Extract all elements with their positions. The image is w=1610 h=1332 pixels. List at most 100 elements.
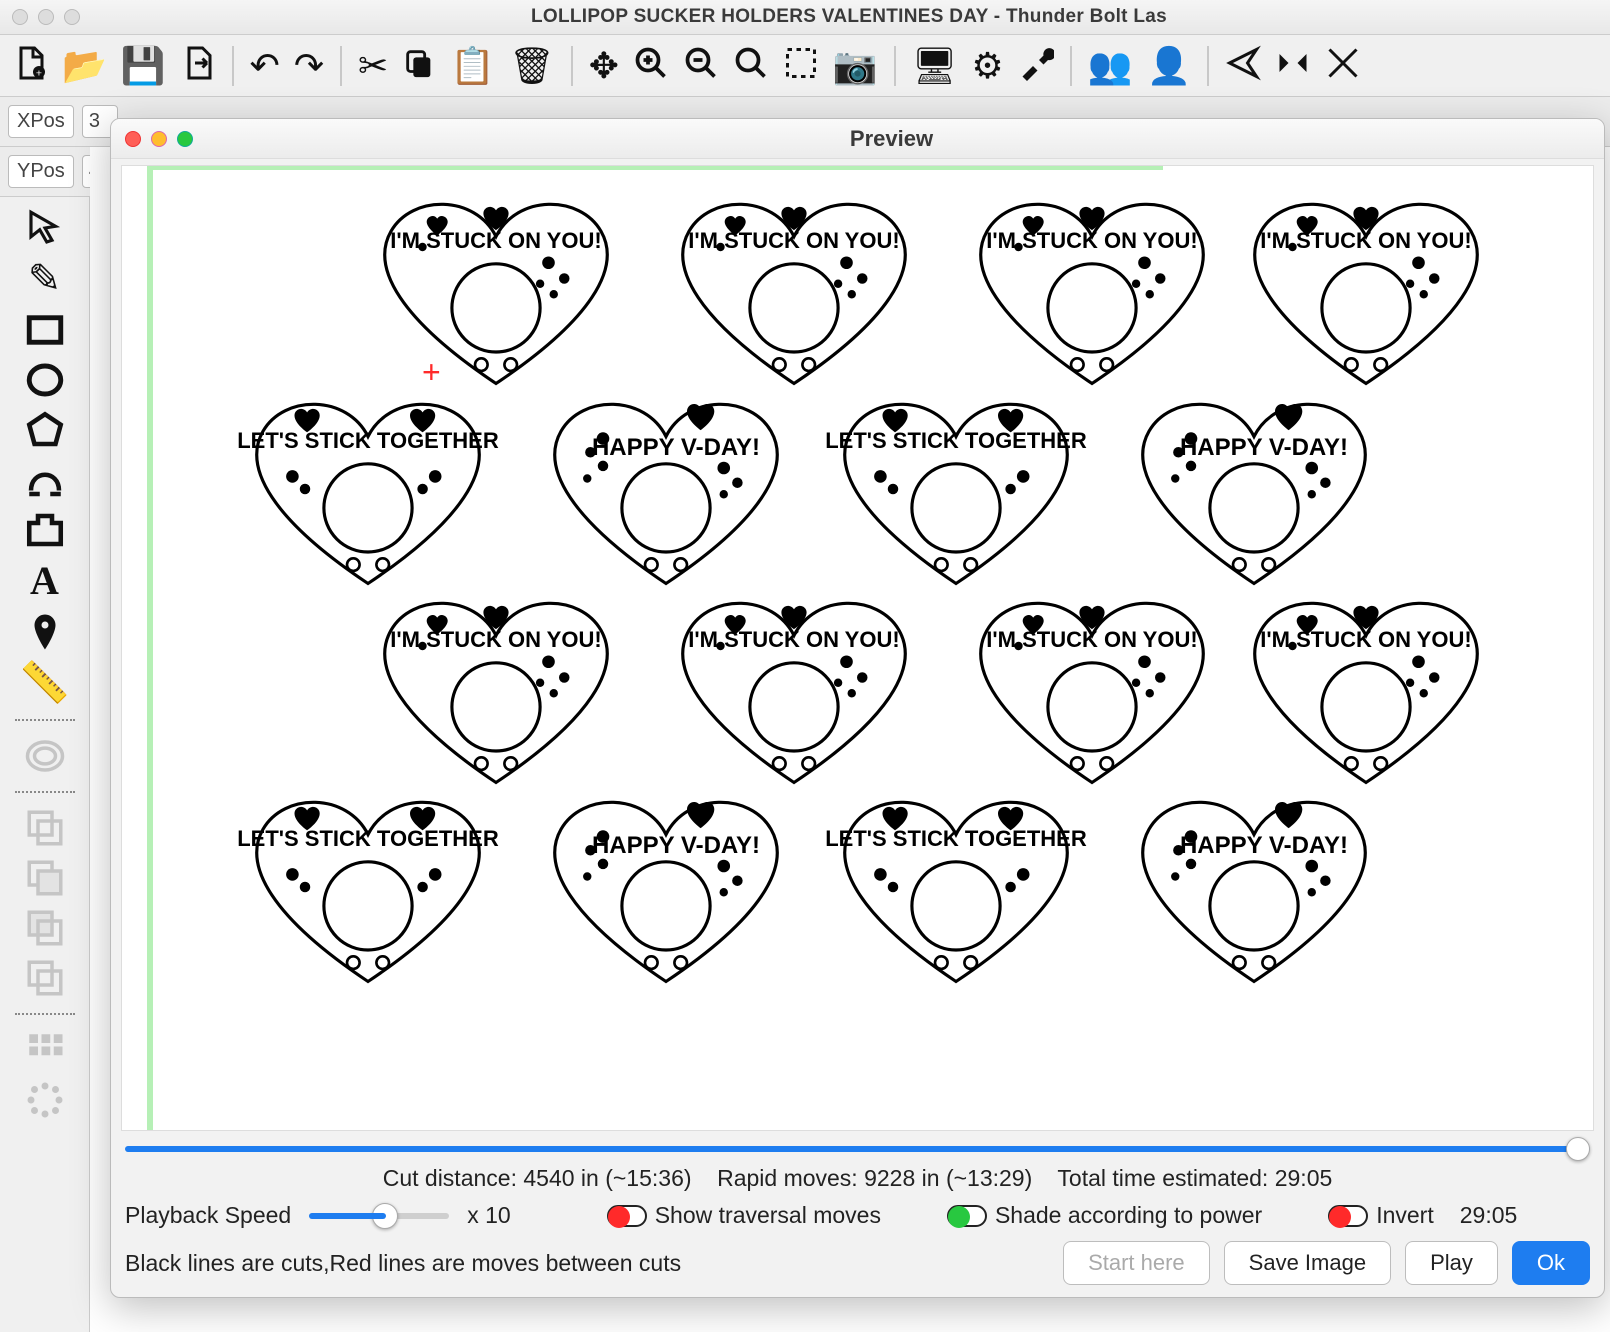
send-icon[interactable]: [1225, 45, 1261, 87]
polygon-tool-icon[interactable]: [24, 409, 66, 451]
heart-text: LET'S STICK TOGETHER: [812, 428, 1100, 454]
zoom-selection-icon[interactable]: [783, 45, 819, 87]
tools-icon[interactable]: [1018, 45, 1054, 87]
preview-title: Preview: [193, 126, 1590, 152]
select-tool-icon[interactable]: [24, 207, 66, 249]
tab-shape-tool-icon[interactable]: [24, 509, 66, 551]
monitor-icon[interactable]: 🖥: [912, 48, 958, 84]
pan-icon[interactable]: ✥: [589, 48, 619, 84]
text-tool-icon[interactable]: A: [30, 559, 59, 603]
heart-text: I'M STUCK ON YOU!: [650, 228, 938, 254]
heart-design: LET'S STICK TOGETHER: [224, 782, 512, 992]
toolbar-divider-2: [15, 791, 75, 793]
play-button[interactable]: Play: [1405, 1241, 1498, 1285]
measure-tool-icon[interactable]: 📏: [20, 661, 70, 705]
paste-icon[interactable]: 📋: [450, 48, 495, 84]
total-time-value: 29:05: [1275, 1165, 1333, 1191]
users-icon[interactable]: 👥: [1088, 48, 1133, 84]
zoom-fit-icon[interactable]: [733, 45, 769, 87]
heart-text: LET'S STICK TOGETHER: [224, 428, 512, 454]
heart-text: LET'S STICK TOGETHER: [224, 826, 512, 852]
ok-button[interactable]: Ok: [1512, 1241, 1590, 1285]
boolean-intersect-icon[interactable]: [24, 907, 66, 949]
playback-speed-slider[interactable]: [309, 1213, 449, 1219]
cut-icon[interactable]: ✂: [358, 48, 388, 84]
preview-minimize-button[interactable]: [151, 131, 167, 147]
xpos-label: XPos: [8, 105, 74, 138]
redo-icon[interactable]: ↷: [294, 48, 324, 84]
save-icon[interactable]: 💾: [121, 48, 166, 84]
svg-text:+: +: [36, 67, 42, 79]
export-icon[interactable]: [180, 45, 216, 87]
playback-speed-label: Playback Speed: [125, 1202, 291, 1229]
main-traffic-lights: [12, 9, 80, 25]
pencil-tool-icon[interactable]: ✎: [28, 257, 62, 301]
heart-text: I'M STUCK ON YOU!: [650, 627, 938, 653]
radial-array-icon[interactable]: [24, 1079, 66, 1121]
offset-tool-icon[interactable]: [24, 735, 66, 777]
toggle-shade[interactable]: Shade according to power: [947, 1202, 1262, 1229]
copy-icon[interactable]: [402, 46, 436, 86]
grid-array-icon[interactable]: [24, 1029, 66, 1071]
boolean-union-icon[interactable]: [24, 807, 66, 849]
main-close-dot[interactable]: [12, 9, 28, 25]
toggle-traversal-label: Show traversal moves: [655, 1202, 881, 1229]
main-zoom-dot[interactable]: [64, 9, 80, 25]
heart-design: I'M STUCK ON YOU!: [1222, 184, 1510, 394]
mirror-h-icon[interactable]: [1275, 45, 1311, 87]
toggle-traversal-switch[interactable]: [607, 1205, 647, 1227]
bezier-tool-icon[interactable]: [24, 459, 66, 501]
ellipse-tool-icon[interactable]: [24, 359, 66, 401]
user-icon[interactable]: 👤: [1147, 48, 1192, 84]
heart-design: LET'S STICK TOGETHER: [812, 782, 1100, 992]
toggle-invert-switch[interactable]: [1328, 1205, 1368, 1227]
toggle-invert[interactable]: Invert: [1328, 1202, 1434, 1229]
marker-tool-icon[interactable]: [24, 611, 66, 653]
preview-zoom-button[interactable]: [177, 131, 193, 147]
rapid-moves-value: 9228 in (~13:29): [864, 1165, 1032, 1191]
boolean-xor-icon[interactable]: [24, 957, 66, 999]
delete-icon[interactable]: 🗑: [509, 48, 555, 84]
undo-icon[interactable]: ↶: [250, 48, 280, 84]
preview-traffic-lights: [125, 131, 193, 147]
cuts-hint-text: Black lines are cuts,Red lines are moves…: [125, 1250, 681, 1277]
mirror-v-icon[interactable]: [1325, 45, 1361, 87]
heart-text: I'M STUCK ON YOU!: [352, 627, 640, 653]
settings-gear-icon[interactable]: ⚙: [971, 48, 1003, 84]
toggle-traversal[interactable]: Show traversal moves: [607, 1202, 881, 1229]
heart-design: I'M STUCK ON YOU!: [352, 583, 640, 793]
new-file-icon[interactable]: +: [12, 45, 48, 87]
start-here-button[interactable]: Start here: [1063, 1241, 1210, 1285]
heart-text: I'M STUCK ON YOU!: [1222, 228, 1510, 254]
preview-progress-slider[interactable]: [125, 1146, 1590, 1152]
stats-row: Cut distance: 4540 in (~15:36) Rapid mov…: [111, 1157, 1604, 1192]
cut-distance-value: 4540 in (~15:36): [523, 1165, 691, 1191]
preview-titlebar: Preview: [111, 119, 1604, 159]
heart-text: HAPPY V-DAY!: [542, 434, 810, 462]
preview-canvas[interactable]: I'M STUCK ON YOU! I'M STUCK ON YOU! I'M …: [121, 165, 1594, 1131]
rapid-moves-label: Rapid moves:: [717, 1165, 858, 1191]
hearts-layout: I'M STUCK ON YOU! I'M STUCK ON YOU! I'M …: [162, 178, 1583, 1120]
heart-text: I'M STUCK ON YOU!: [948, 228, 1236, 254]
main-titlebar: LOLLIPOP SUCKER HOLDERS VALENTINES DAY -…: [0, 0, 1610, 35]
boolean-subtract-icon[interactable]: [24, 857, 66, 899]
heart-design: LET'S STICK TOGETHER: [224, 384, 512, 594]
main-min-dot[interactable]: [38, 9, 54, 25]
open-folder-icon[interactable]: 📂: [62, 48, 107, 84]
rectangle-tool-icon[interactable]: [24, 309, 66, 351]
heart-design: LET'S STICK TOGETHER: [812, 384, 1100, 594]
zoom-out-icon[interactable]: [683, 45, 719, 87]
bed-edge-left: [148, 166, 152, 1130]
save-image-button[interactable]: Save Image: [1224, 1241, 1391, 1285]
total-time-label: Total time estimated:: [1057, 1165, 1268, 1191]
cut-distance-label: Cut distance:: [383, 1165, 517, 1191]
camera-capture-icon[interactable]: 📷: [833, 48, 878, 84]
heart-design: I'M STUCK ON YOU!: [948, 184, 1236, 394]
preview-close-button[interactable]: [125, 131, 141, 147]
main-toolbar: + 📂 💾 ↶ ↷ ✂ 📋 🗑 ✥ 📷 🖥 ⚙ 👥 👤: [0, 35, 1610, 97]
heart-text: HAPPY V-DAY!: [1130, 832, 1398, 860]
heart-text: I'M STUCK ON YOU!: [948, 627, 1236, 653]
toggle-shade-switch[interactable]: [947, 1205, 987, 1227]
playback-time-readout: 29:05: [1460, 1202, 1518, 1229]
zoom-in-icon[interactable]: [633, 45, 669, 87]
